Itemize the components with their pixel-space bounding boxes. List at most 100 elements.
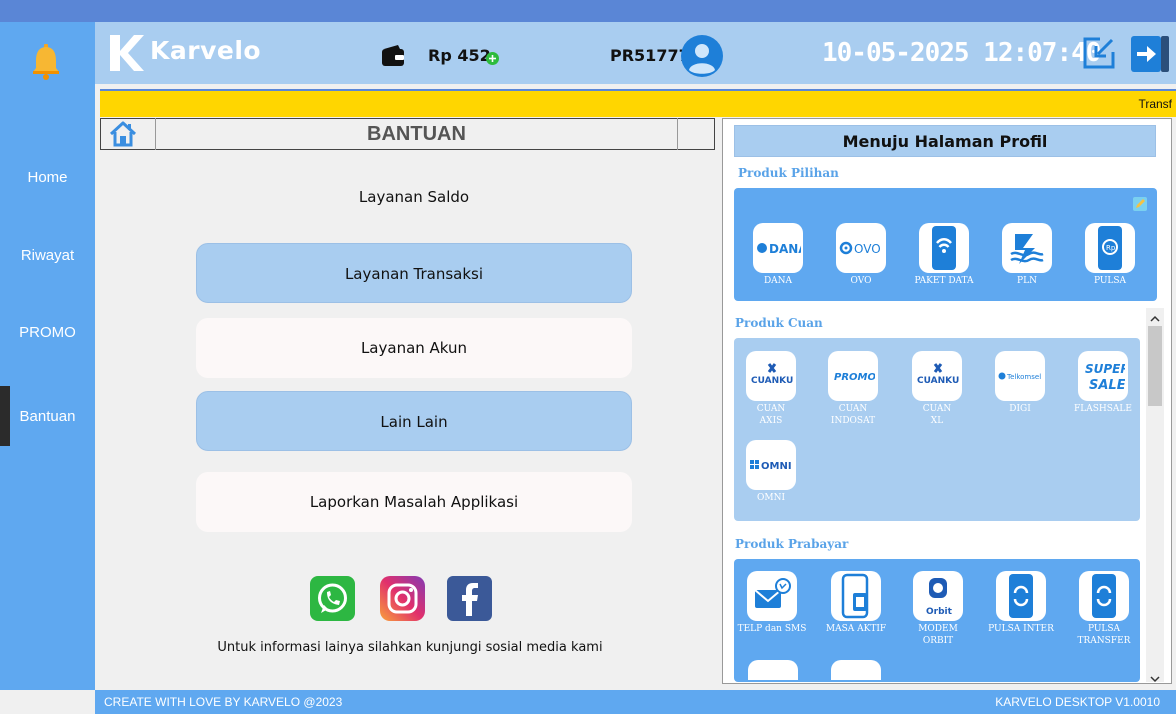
ticker-text: Transf bbox=[1138, 97, 1172, 111]
product-pulsa[interactable]: Rp PULSA bbox=[1072, 223, 1148, 287]
wifi-phone-icon bbox=[919, 223, 969, 273]
product-digi[interactable]: Telkomsel DIGI bbox=[982, 351, 1058, 415]
scrollbar-thumb[interactable] bbox=[1148, 326, 1162, 406]
home-icon[interactable] bbox=[108, 120, 138, 148]
sidebar-item-promo[interactable]: PROMO bbox=[0, 324, 95, 341]
omni-logo-icon: OMNI bbox=[746, 440, 796, 490]
product-ovo[interactable]: OVO OVO bbox=[823, 223, 899, 287]
scroll-down-arrow-icon[interactable] bbox=[1149, 670, 1161, 683]
sim-phone-icon bbox=[831, 571, 881, 621]
karvelo-logo-icon bbox=[106, 31, 146, 75]
svg-text:OMNI: OMNI bbox=[761, 461, 792, 472]
pulsa-inter-icon bbox=[996, 571, 1046, 621]
product-label: DIGI bbox=[1009, 404, 1031, 414]
balance-value: Rp 452 bbox=[428, 46, 491, 65]
wallet-icon bbox=[380, 43, 406, 69]
footer-version: KARVELO DESKTOP V1.0010 bbox=[995, 695, 1160, 709]
pulsa-transfer-icon bbox=[1079, 571, 1129, 621]
product-telp-sms[interactable]: TELP dan SMS bbox=[734, 571, 810, 635]
footer-credit: CREATE WITH LOVE BY KARVELO @2023 bbox=[104, 695, 343, 709]
svg-text:PROMO: PROMO bbox=[834, 372, 875, 383]
svg-text:SALE: SALE bbox=[1089, 378, 1125, 393]
layanan-transaksi-button[interactable]: Layanan Transaksi bbox=[196, 243, 632, 303]
product-cuan-indosat[interactable]: PROMO CUAN INDOSAT bbox=[815, 351, 891, 427]
product-partial-2[interactable] bbox=[831, 660, 881, 680]
svg-text:CUANKU: CUANKU bbox=[751, 376, 793, 386]
product-pln[interactable]: PLN bbox=[989, 223, 1065, 287]
telkomsel-logo-icon: Telkomsel bbox=[995, 351, 1045, 401]
svg-text:DANA: DANA bbox=[769, 242, 801, 256]
product-label: PULSA INTER bbox=[988, 624, 1054, 634]
product-pulsa-transfer[interactable]: PULSA TRANSFER bbox=[1066, 571, 1142, 647]
instagram-icon[interactable] bbox=[380, 576, 425, 621]
product-paket-data[interactable]: PAKET DATA bbox=[906, 223, 982, 287]
lain-lain-button[interactable]: Lain Lain bbox=[196, 391, 632, 451]
product-label: MODEM ORBIT bbox=[918, 624, 958, 646]
edit-favorites-icon[interactable] bbox=[1132, 196, 1148, 212]
sidebar-item-home[interactable]: Home bbox=[0, 169, 95, 186]
section-title-produk-pilihan: Produk Pilihan bbox=[738, 166, 839, 180]
pln-logo-icon bbox=[1002, 223, 1052, 273]
product-masa-aktif[interactable]: MASA AKTIF bbox=[818, 571, 894, 635]
promo-indosat-icon: PROMO bbox=[828, 351, 878, 401]
product-label: PAKET DATA bbox=[914, 276, 974, 286]
product-label: CUAN XL bbox=[922, 404, 952, 426]
page-title: BANTUAN bbox=[155, 118, 678, 150]
product-label: OVO bbox=[850, 276, 872, 286]
profile-page-button[interactable]: Menuju Halaman Profil bbox=[734, 125, 1156, 157]
section-title-produk-prabayar: Produk Prabayar bbox=[735, 537, 849, 551]
avatar-icon[interactable] bbox=[681, 35, 723, 77]
layanan-akun-button[interactable]: Layanan Akun bbox=[196, 318, 632, 378]
telp-sms-icon bbox=[747, 571, 797, 621]
layanan-saldo-button[interactable]: Layanan Saldo bbox=[196, 188, 632, 206]
product-cuan-axis[interactable]: CUANKU CUAN AXIS bbox=[733, 351, 809, 427]
product-label: PULSA TRANSFER bbox=[1077, 624, 1131, 646]
product-label: DANA bbox=[763, 276, 793, 286]
product-label: CUAN AXIS bbox=[756, 404, 786, 426]
app-logo-text: Karvelo bbox=[150, 36, 262, 65]
product-pulsa-inter[interactable]: PULSA INTER bbox=[983, 571, 1059, 635]
product-cuan-xl[interactable]: CUANKU CUAN XL bbox=[899, 351, 975, 427]
product-partial-1[interactable] bbox=[748, 660, 798, 680]
minimize-window-icon[interactable] bbox=[1082, 36, 1116, 70]
sidebar-item-bantuan[interactable]: Bantuan bbox=[0, 408, 95, 425]
cuanku-xl-icon: CUANKU bbox=[912, 351, 962, 401]
product-label: FLASHSALE bbox=[1074, 404, 1132, 414]
dana-logo-icon: DANA bbox=[753, 223, 803, 273]
product-label: PULSA bbox=[1093, 276, 1127, 286]
ovo-logo-icon: OVO bbox=[836, 223, 886, 273]
scroll-up-arrow-icon[interactable] bbox=[1149, 310, 1161, 322]
svg-text:Telkomsel: Telkomsel bbox=[1006, 373, 1041, 381]
window-top-strip bbox=[0, 0, 1176, 22]
product-label: CUAN INDOSAT bbox=[830, 404, 876, 426]
sidebar-item-riwayat[interactable]: Riwayat bbox=[0, 247, 95, 264]
product-omni[interactable]: OMNI OMNI bbox=[733, 440, 809, 504]
product-label: TELP dan SMS bbox=[737, 624, 807, 634]
laporkan-masalah-button[interactable]: Laporkan Masalah Applikasi bbox=[196, 472, 632, 532]
product-flashsale[interactable]: SUPER SALE FLASHSALE bbox=[1065, 351, 1141, 415]
bell-icon[interactable] bbox=[30, 42, 62, 80]
svg-text:Orbit: Orbit bbox=[926, 607, 953, 617]
orbit-logo-icon: Orbit bbox=[913, 571, 963, 621]
social-media-caption: Untuk informasi lainya silahkan kunjungi… bbox=[217, 640, 603, 655]
svg-text:Rp: Rp bbox=[1106, 244, 1116, 252]
sidebar bbox=[0, 22, 95, 690]
logout-icon[interactable] bbox=[1131, 36, 1169, 72]
section-title-produk-cuan: Produk Cuan bbox=[735, 316, 823, 330]
pulsa-phone-icon: Rp bbox=[1085, 223, 1135, 273]
product-label: MASA AKTIF bbox=[825, 624, 887, 634]
product-label: PLN bbox=[1017, 276, 1037, 286]
facebook-icon[interactable] bbox=[447, 576, 492, 621]
product-modem-orbit[interactable]: Orbit MODEM ORBIT bbox=[900, 571, 976, 647]
svg-text:SUPER: SUPER bbox=[1085, 362, 1125, 376]
add-balance-icon[interactable] bbox=[486, 50, 499, 65]
product-dana[interactable]: DANA DANA bbox=[740, 223, 816, 287]
svg-text:OVO: OVO bbox=[854, 242, 881, 256]
svg-text:CUANKU: CUANKU bbox=[917, 376, 959, 386]
whatsapp-icon[interactable] bbox=[310, 576, 355, 621]
user-id: PR51777 bbox=[610, 46, 690, 65]
datetime-display: 10-05-2025 12:07:40 bbox=[822, 38, 1101, 68]
cuanku-axis-icon: CUANKU bbox=[746, 351, 796, 401]
product-label: OMNI bbox=[756, 493, 786, 503]
super-sale-icon: SUPER SALE bbox=[1078, 351, 1128, 401]
